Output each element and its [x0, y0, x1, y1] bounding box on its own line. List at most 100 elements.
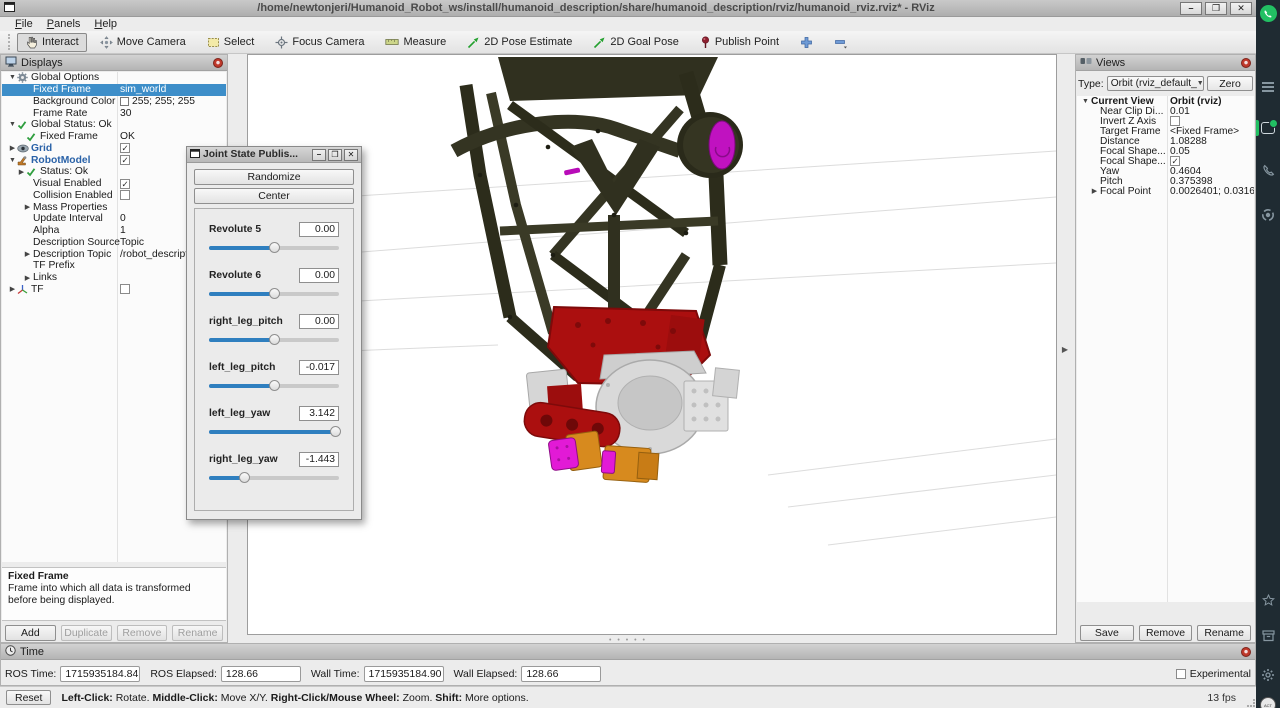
close-icon[interactable] — [213, 58, 223, 68]
joint-slider-track[interactable] — [209, 289, 339, 300]
tool-2d-goal-pose-button[interactable]: 2D Goal Pose — [585, 33, 686, 52]
dialog-close-button[interactable]: ✕ — [344, 149, 358, 161]
menu-item-help[interactable]: Help — [87, 18, 124, 30]
displays-tree-row[interactable]: ▼Global Options — [2, 72, 226, 84]
expander-right-icon[interactable]: ▶ — [17, 168, 26, 176]
tool-interact-button[interactable]: Interact — [17, 33, 87, 52]
joint-value-input[interactable]: -1.443 — [299, 452, 339, 467]
views-tree-row[interactable]: Near Clip Di...0.01 — [1077, 106, 1254, 116]
displays-tree-row[interactable]: Fixed FrameOK — [2, 131, 226, 143]
tool-2d-pose-estimate-button[interactable]: 2D Pose Estimate — [459, 33, 580, 52]
checkbox-checked[interactable]: ✓ — [120, 155, 130, 165]
joint-value-input[interactable]: -0.017 — [299, 360, 339, 375]
menu-item-file[interactable]: File — [8, 18, 40, 30]
calls-icon[interactable] — [1256, 164, 1280, 177]
checkbox-unchecked[interactable] — [120, 190, 130, 200]
reset-button[interactable]: Reset — [6, 690, 51, 705]
checkbox-unchecked[interactable] — [120, 284, 130, 294]
render-viewport[interactable] — [247, 54, 1057, 635]
checkbox-checked[interactable]: ✓ — [1170, 156, 1180, 166]
menu-item-panels[interactable]: Panels — [40, 18, 88, 30]
displays-tree-row[interactable]: Fixed Framesim_world — [2, 84, 226, 96]
expander-right-icon[interactable]: ▶ — [23, 274, 32, 282]
randomize-button[interactable]: Randomize — [194, 169, 354, 185]
joint-value-input[interactable]: 3.142 — [299, 406, 339, 421]
displays-tree-value[interactable]: ✓ — [120, 155, 130, 165]
views-tree-value[interactable] — [1170, 116, 1180, 126]
displays-tree-row[interactable]: Background Color255; 255; 255 — [2, 96, 226, 108]
views-tree-row[interactable]: Invert Z Axis — [1077, 116, 1254, 126]
status-icon[interactable] — [1256, 208, 1280, 222]
close-button[interactable]: ✕ — [1230, 2, 1252, 15]
dialog-maximize-button[interactable]: ❒ — [328, 149, 342, 161]
views-tree-row[interactable]: ▼Current ViewOrbit (rviz) — [1077, 96, 1254, 106]
views-panel-titlebar[interactable]: Views — [1076, 55, 1255, 71]
toolbar-drag-handle[interactable] — [8, 34, 13, 50]
views-tree-row[interactable]: ▶Focal Point0.0026401; 0.0316... — [1077, 186, 1254, 196]
tool-move-camera-button[interactable]: Move Camera — [92, 33, 194, 52]
time-field-input[interactable]: 128.66 — [521, 666, 601, 682]
slider-handle[interactable] — [239, 472, 250, 483]
slider-handle[interactable] — [269, 334, 280, 345]
views-tree-row[interactable]: Target Frame<Fixed Frame> — [1077, 126, 1254, 136]
displays-tree-value[interactable] — [120, 284, 130, 294]
chats-icon[interactable] — [1256, 122, 1280, 134]
views-tree-row[interactable]: Yaw0.4604 — [1077, 166, 1254, 176]
slider-handle[interactable] — [269, 380, 280, 391]
time-field-input[interactable]: 1715935184.90 — [364, 666, 444, 682]
checkbox-unchecked[interactable] — [1170, 116, 1180, 126]
expander-right-icon[interactable]: ▶ — [23, 250, 32, 258]
dialog-minimize-button[interactable]: – — [312, 149, 326, 161]
view-type-dropdown[interactable]: Orbit (rviz_default_ ▼ — [1107, 76, 1204, 91]
joint-slider-track[interactable] — [209, 427, 339, 438]
time-panel-titlebar[interactable]: Time — [1, 644, 1255, 660]
expander-down-icon[interactable]: ▼ — [8, 157, 17, 164]
resize-grip[interactable] — [1247, 699, 1255, 707]
expander-down-icon[interactable]: ▼ — [8, 74, 17, 81]
checkbox-checked[interactable]: ✓ — [120, 143, 130, 153]
views-tree-value[interactable]: ✓ — [1170, 156, 1180, 166]
color-swatch[interactable] — [120, 97, 129, 106]
tool-measure-button[interactable]: Measure — [377, 33, 454, 51]
expander-right-icon[interactable]: ▶ — [1090, 187, 1099, 195]
archived-icon[interactable] — [1256, 630, 1280, 642]
slider-handle[interactable] — [269, 288, 280, 299]
remove-tool-button[interactable] — [826, 33, 856, 52]
views-tree-row[interactable]: Focal Shape...0.05 — [1077, 146, 1254, 156]
joint-slider-track[interactable] — [209, 473, 339, 484]
joint-slider-track[interactable] — [209, 243, 339, 254]
tool-publish-point-button[interactable]: Publish Point — [692, 33, 787, 52]
expander-right-icon[interactable]: ▶ — [8, 144, 17, 152]
tool-select-button[interactable]: Select — [199, 33, 263, 52]
minimize-button[interactable]: – — [1180, 2, 1202, 15]
views-tree-row[interactable]: Focal Shape...✓ — [1077, 156, 1254, 166]
expander-down-icon[interactable]: ▼ — [8, 121, 17, 128]
displays-tree-value[interactable]: ✓ — [120, 179, 130, 189]
joint-value-input[interactable]: 0.00 — [299, 314, 339, 329]
slider-handle[interactable] — [269, 242, 280, 253]
add-tool-button[interactable] — [792, 33, 821, 52]
expander-right-icon[interactable]: ▶ — [8, 285, 17, 293]
starred-icon[interactable] — [1256, 594, 1280, 607]
displays-panel-titlebar[interactable]: Displays — [1, 55, 227, 71]
joint-slider-track[interactable] — [209, 335, 339, 346]
expander-right-icon[interactable]: ▶ — [23, 203, 32, 211]
maximize-button[interactable]: ❒ — [1205, 2, 1227, 15]
close-icon[interactable] — [1241, 647, 1251, 657]
slider-handle[interactable] — [330, 426, 341, 437]
displays-tree-value[interactable]: ✓ — [120, 143, 130, 153]
menu-icon[interactable] — [1256, 82, 1280, 92]
views-tree-row[interactable]: Distance1.08288 — [1077, 136, 1254, 146]
panel-collapse-arrow[interactable]: ▶ — [1060, 340, 1070, 358]
displays-tree-row[interactable]: Frame Rate30 — [2, 107, 226, 119]
joint-slider-track[interactable] — [209, 381, 339, 392]
views-tree-row[interactable]: Pitch0.375398 — [1077, 176, 1254, 186]
close-icon[interactable] — [1241, 58, 1251, 68]
center-button[interactable]: Center — [194, 188, 354, 204]
zero-button[interactable]: Zero — [1207, 76, 1253, 91]
checkbox-checked[interactable]: ✓ — [120, 179, 130, 189]
joint-value-input[interactable]: 0.00 — [299, 222, 339, 237]
expander-down-icon[interactable]: ▼ — [1081, 98, 1090, 105]
settings-icon[interactable] — [1256, 668, 1280, 682]
whatsapp-logo-icon[interactable] — [1256, 5, 1280, 22]
